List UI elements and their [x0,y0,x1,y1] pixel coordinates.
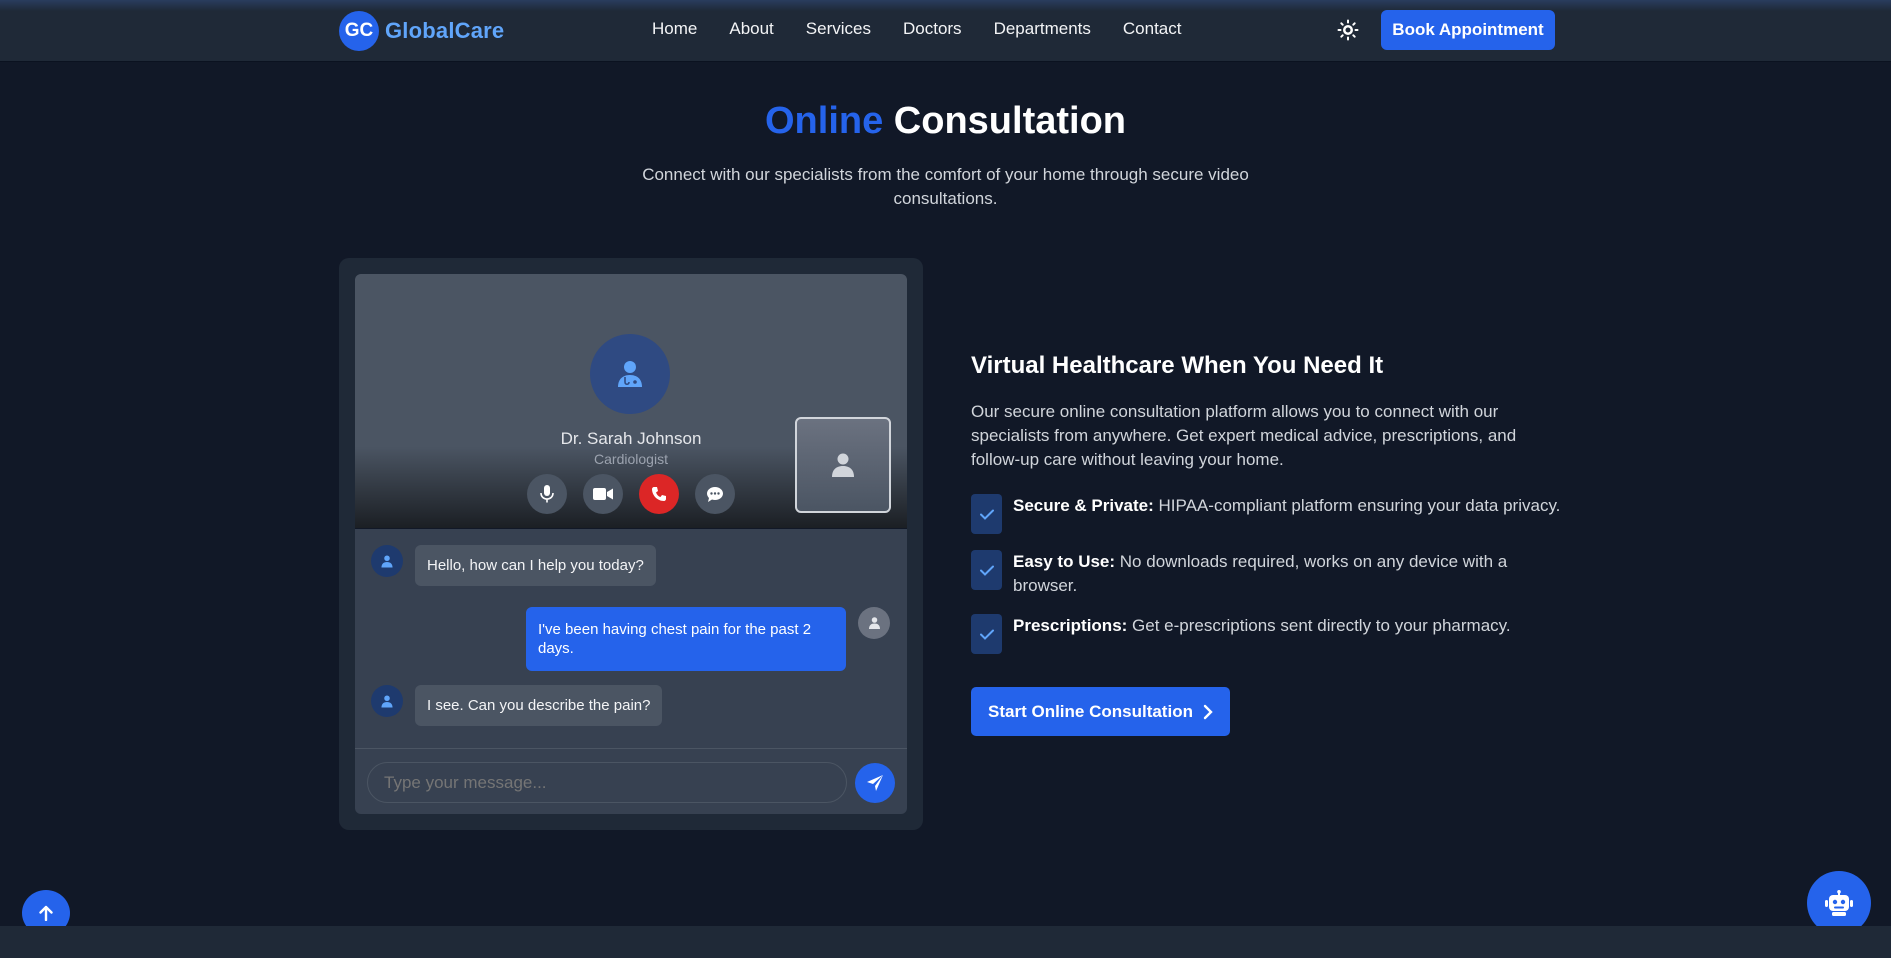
page-title-rest: Consultation [893,100,1126,142]
video-area: Dr. Sarah Johnson Cardiologist [355,274,907,528]
navbar: GC GlobalCare Home About Services Doctor… [0,0,1891,62]
nav-departments[interactable]: Departments [994,19,1091,39]
feature-label: Prescriptions: [1013,616,1128,635]
info-title: Virtual Healthcare When You Need It [971,352,1384,379]
user-icon [868,617,880,629]
brand-logo: GC [339,11,379,51]
microphone-icon[interactable] [527,474,567,514]
chat-message-user: I've been having chest pain for the past… [526,607,890,671]
nav-doctors[interactable]: Doctors [903,19,962,39]
robot-icon [1825,890,1853,916]
doctor-avatar [590,334,670,414]
chat-message-doctor: Hello, how can I help you today? [371,545,656,586]
nav-contact[interactable]: Contact [1123,19,1182,39]
feature-text: Secure & Private: HIPAA-compliant platfo… [1013,494,1573,518]
phone-end-icon[interactable] [639,474,679,514]
check-icon [971,550,1002,590]
page-subtitle: Connect with our specialists from the co… [642,165,1249,208]
feature-item: Prescriptions: Get e-prescriptions sent … [971,614,1573,654]
page-title-accent: Online [765,100,884,142]
sun-icon[interactable] [1337,19,1359,41]
send-button[interactable] [855,763,895,803]
feature-text: Prescriptions: Get e-prescriptions sent … [1013,614,1573,638]
chat-input-bar [355,748,907,814]
message-bubble: I see. Can you describe the pain? [415,685,663,726]
video-camera-icon[interactable] [583,474,623,514]
feature-description: Get e-prescriptions sent directly to you… [1132,616,1511,635]
nav-services[interactable]: Services [806,19,871,39]
book-appointment-button[interactable]: Book Appointment [1381,10,1555,50]
doctor-avatar-small [371,545,403,577]
nav-home[interactable]: Home [652,19,697,39]
doctor-icon [618,361,642,387]
brand[interactable]: GC GlobalCare [339,11,504,51]
info-description: Our secure online consultation platform … [971,402,1517,469]
chat-message-doctor: I see. Can you describe the pain? [371,685,663,726]
chat-message-input[interactable] [367,762,847,803]
doctor-icon [381,555,393,567]
check-icon [971,614,1002,654]
feature-text: Easy to Use: No downloads required, work… [1013,550,1533,598]
feature-description: HIPAA-compliant platform ensuring your d… [1158,496,1561,515]
consultation-card: Dr. Sarah Johnson Cardiologist Hello, ho… [339,258,923,830]
start-consultation-button[interactable]: Start Online Consultation [971,687,1230,736]
nav-about[interactable]: About [729,19,773,39]
self-view [795,417,891,513]
feature-item: Secure & Private: HIPAA-compliant platfo… [971,494,1573,534]
call-controls [527,474,735,514]
nav-links: Home About Services Doctors Departments … [652,19,1213,39]
doctor-icon [381,695,393,707]
footer-strip [0,926,1891,958]
check-icon [971,494,1002,534]
feature-label: Easy to Use: [1013,552,1116,571]
chat-icon[interactable] [695,474,735,514]
doctor-avatar-small [371,685,403,717]
start-consultation-label: Start Online Consultation [988,701,1193,721]
feature-item: Easy to Use: No downloads required, work… [971,550,1533,598]
feature-label: Secure & Private: [1013,496,1154,515]
user-avatar-small [858,607,890,639]
user-icon [832,453,854,477]
arrow-up-icon [39,905,53,921]
page-title: Online Consultation [0,100,1891,143]
message-bubble: I've been having chest pain for the past… [526,607,846,671]
message-bubble: Hello, how can I help you today? [415,545,656,586]
brand-name: GlobalCare [385,18,505,43]
send-icon [867,775,883,791]
chevron-right-icon [1203,704,1213,719]
